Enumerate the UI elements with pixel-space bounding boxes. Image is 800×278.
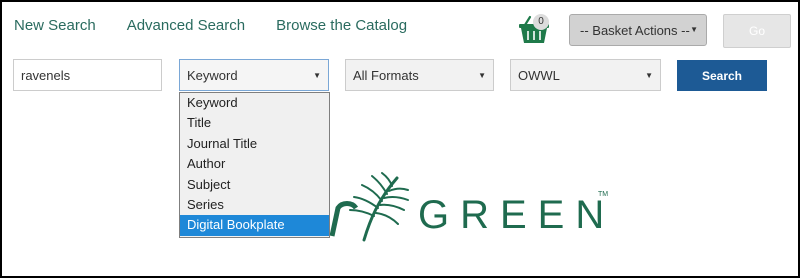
search-input[interactable] [13,59,162,91]
search-type-option[interactable]: Journal Title [180,134,329,154]
search-type-option[interactable]: Series [180,195,329,215]
caret-down-icon: ▼ [690,25,698,34]
evergreen-logo: GREEN TM [329,172,612,242]
advanced-search-link[interactable]: Advanced Search [127,17,245,34]
basket-count-badge: 0 [533,14,549,30]
app-frame: New Search Advanced Search Browse the Ca… [0,0,800,278]
caret-down-icon: ▼ [478,71,486,80]
search-type-option[interactable]: Author [180,154,329,174]
library-select[interactable]: OWWL ▼ [510,59,661,91]
go-button[interactable]: Go [723,14,791,48]
new-search-link[interactable]: New Search [14,17,96,34]
caret-down-icon: ▼ [645,71,653,80]
search-type-value: Keyword [187,67,238,83]
search-type-option[interactable]: Title [180,113,329,133]
format-select[interactable]: All Formats ▼ [345,59,494,91]
search-type-option[interactable]: Keyword [180,93,329,113]
format-value: All Formats [353,67,419,83]
library-value: OWWL [518,67,560,83]
search-type-option[interactable]: Subject [180,175,329,195]
search-type-dropdown[interactable]: Keyword Title Journal Title Author Subje… [179,92,330,238]
top-nav: New Search Advanced Search Browse the Ca… [14,17,438,34]
fern-leaf-icon [349,172,409,242]
search-button[interactable]: Search [677,60,767,91]
caret-down-icon: ▼ [313,71,321,80]
browse-catalog-link[interactable]: Browse the Catalog [276,17,407,34]
search-type-option-highlighted[interactable]: Digital Bookplate [180,215,329,236]
search-type-select[interactable]: Keyword ▼ [179,59,329,91]
logo-trademark: TM [598,191,608,198]
logo-text: GREEN [418,193,612,237]
basket-actions-label: -- Basket Actions -- [580,22,690,38]
basket-actions-select[interactable]: -- Basket Actions -- ▼ [569,14,707,46]
